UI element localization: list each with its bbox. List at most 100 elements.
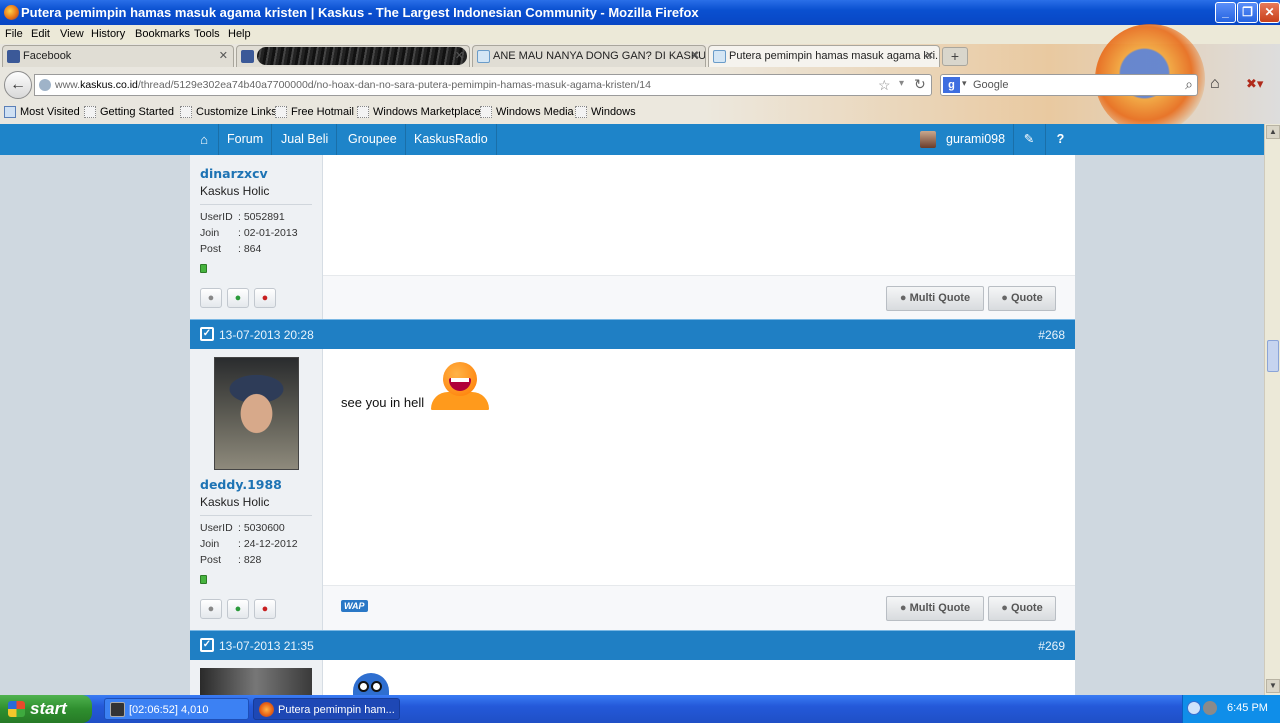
help-icon[interactable]: ? [1045,124,1075,155]
checkbox-icon[interactable]: ✓ [200,327,214,341]
message-icon[interactable]: ● [227,599,249,619]
taskbar-item-firefox[interactable]: Putera pemimpin ham... [253,698,400,720]
scroll-down-icon[interactable]: ▼ [1266,679,1280,693]
tab-redacted[interactable]: ✕ [236,45,470,67]
kaskus-icon [713,50,726,63]
browser-toolbar: Facebook ✕ ✕ ANE MAU NANYA DONG GAN? DI … [0,24,1280,134]
user-avatar[interactable] [920,131,936,148]
report-icon[interactable]: ● [254,599,276,619]
user-avatar[interactable] [200,668,312,695]
multi-quote-button[interactable]: ● Multi Quote [886,286,984,311]
post-number[interactable]: #269 [1038,639,1065,653]
bookmark-windows-marketplace[interactable]: Windows Marketplace [357,106,481,118]
firefox-icon [259,702,274,717]
site-identity-icon[interactable] [39,79,51,91]
tab-close-icon[interactable]: ✕ [455,49,464,62]
address-bar[interactable]: www.kaskus.co.id/thread/5129e302ea74b40a… [34,74,932,96]
post-content: see you in hell [323,349,1075,585]
history-dropdown-icon[interactable]: ▾ [899,78,904,89]
bookmark-windows[interactable]: Windows [575,106,636,118]
bookmark-star-icon[interactable]: ☆ [878,77,891,94]
user-join-row: Join: 24-12-2012 [200,538,298,550]
windows-taskbar: start [02:06:52] 4,010 Putera pemimpin h… [0,695,1280,723]
quote-button[interactable]: ● Quote [988,596,1056,621]
tray-arrow-icon[interactable] [1187,701,1201,715]
back-button[interactable]: ← [4,71,32,99]
google-engine-icon[interactable]: g [943,77,960,93]
post-username[interactable]: deddy.1988 [200,477,282,492]
nav-jual-beli[interactable]: Jual Beli [273,124,338,155]
report-icon[interactable]: ● [254,288,276,308]
quote-bubble-icon: ● [1001,602,1008,614]
start-button[interactable]: start [0,695,92,723]
menu-history[interactable]: History [91,28,125,40]
home-icon[interactable]: ⌂ [190,124,219,155]
menu-view[interactable]: View [60,28,84,40]
message-icon[interactable]: ● [227,288,249,308]
post-267: dinarzxcv Kaskus Holic UserID: 5052891 J… [190,155,1075,319]
minimize-button[interactable]: _ [1215,2,1236,23]
window-title-bar[interactable]: Putera pemimpin hamas masuk agama kriste… [0,0,1280,25]
tab-ane-mau-nanya[interactable]: ANE MAU NANYA DONG GAN? DI KASKUS... ✕ [472,45,706,67]
bookmark-most-visited[interactable]: Most Visited [4,106,80,118]
reload-icon[interactable]: ↻ [914,76,926,93]
engine-dropdown-icon[interactable]: ▾ [962,78,967,89]
menu-tools[interactable]: Tools [194,28,220,40]
user-panel: dinarzxcv Kaskus Holic UserID: 5052891 J… [190,155,323,319]
edit-icon[interactable]: ✎ [1013,124,1044,155]
post-message: see you in hell [341,395,425,410]
tab-close-icon[interactable]: ✕ [219,49,228,62]
post-number[interactable]: #268 [1038,328,1065,342]
post-date: 13-07-2013 21:35 [219,639,314,653]
menu-file[interactable]: File [5,28,23,40]
tray-speaker-icon[interactable] [1203,701,1217,715]
tab-close-icon[interactable]: ✕ [925,49,934,62]
tab-close-icon[interactable]: ✕ [691,49,700,62]
bookmark-customize-links[interactable]: Customize Links [180,106,277,118]
nav-kaskusradio[interactable]: KaskusRadio [406,124,497,155]
page-icon [180,106,192,118]
page-icon [84,106,96,118]
redaction-scribble [257,47,467,65]
nav-forum[interactable]: Forum [219,124,273,155]
taskbar-clock[interactable]: 6:45 PM [1227,702,1268,714]
new-tab-button[interactable]: + [942,47,968,66]
addon-icon[interactable]: ✖▾ [1246,76,1263,92]
bookmark-windows-media[interactable]: Windows Media [480,106,574,118]
profile-icon[interactable]: ● [200,288,222,308]
kaskus-navbar: ⌂ Forum Jual Beli Groupee KaskusRadio gu… [0,124,1264,155]
search-bar[interactable]: g ▾ Google ⌕ [940,74,1198,96]
checkbox-icon[interactable]: ✓ [200,638,214,652]
user-avatar[interactable] [214,357,299,470]
search-icon[interactable]: ⌕ [1185,76,1193,93]
most-visited-icon [4,106,16,118]
tab-facebook[interactable]: Facebook ✕ [2,45,234,67]
post-content [323,155,1075,275]
post-username[interactable]: dinarzxcv [200,166,268,181]
close-window-button[interactable]: ✕ [1259,2,1280,23]
multi-quote-button[interactable]: ● Multi Quote [886,596,984,621]
menu-help[interactable]: Help [228,28,251,40]
user-id-row: UserID: 5052891 [200,211,285,223]
post-header-269: ✓ 13-07-2013 21:35 #269 [190,630,1075,660]
tab-putera-pemimpin[interactable]: Putera pemimpin hamas masuk agama kri...… [708,45,940,67]
quote-button[interactable]: ● Quote [988,286,1056,311]
bookmark-free-hotmail[interactable]: Free Hotmail [275,106,354,118]
system-tray: 6:45 PM [1182,695,1280,723]
scroll-up-icon[interactable]: ▲ [1266,125,1280,139]
scroll-thumb[interactable] [1267,340,1279,372]
back-arrow-icon: ← [10,76,26,93]
online-status-indicator [200,575,207,584]
taskbar-item-timer[interactable]: [02:06:52] 4,010 [104,698,249,720]
menu-bookmarks[interactable]: Bookmarks [135,28,190,40]
page-scrollbar[interactable]: ▲ ▼ [1264,124,1280,695]
post-date: 13-07-2013 20:28 [219,328,314,342]
user-panel: deddy.1988 Kaskus Holic UserID: 5030600 … [190,349,323,630]
bookmark-getting-started[interactable]: Getting Started [84,106,174,118]
restore-button[interactable]: ❐ [1237,2,1258,23]
nav-username[interactable]: gurami098 [946,124,1005,155]
home-icon[interactable]: ⌂ [1210,75,1220,93]
nav-groupee[interactable]: Groupee [340,124,406,155]
menu-edit[interactable]: Edit [31,28,50,40]
profile-icon[interactable]: ● [200,599,222,619]
